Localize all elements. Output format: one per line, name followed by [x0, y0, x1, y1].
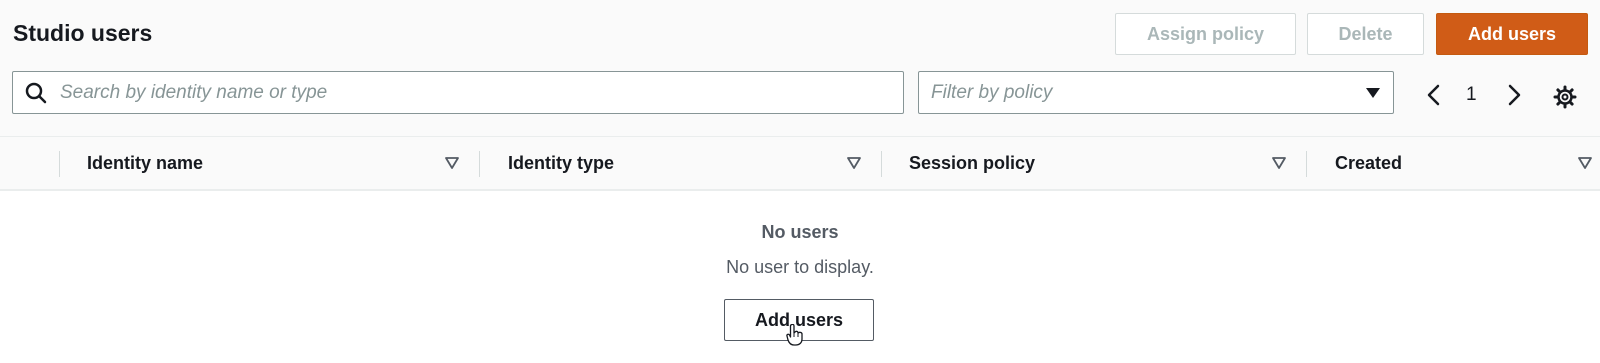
page-title: Studio users: [13, 20, 153, 46]
delete-button[interactable]: Delete: [1307, 13, 1424, 55]
gear-icon: [1553, 85, 1577, 109]
table-header: Identity name Identity type Session poli…: [0, 136, 1600, 191]
column-header-created[interactable]: Created: [1335, 137, 1402, 190]
empty-state-title: No users: [761, 222, 839, 242]
policy-filter-select[interactable]: Filter by policy: [918, 71, 1394, 114]
assign-policy-button[interactable]: Assign policy: [1115, 13, 1296, 55]
column-divider: [59, 151, 60, 177]
column-label: Identity type: [508, 153, 615, 173]
sort-icon[interactable]: [847, 157, 861, 169]
next-page-button[interactable]: [1505, 80, 1523, 110]
page-number[interactable]: 1: [1466, 80, 1477, 110]
table-settings-button[interactable]: [1553, 82, 1577, 112]
column-header-identity-type[interactable]: Identity type: [508, 137, 614, 190]
filter-placeholder: Filter by policy: [931, 81, 1053, 103]
column-header-identity-name[interactable]: Identity name: [87, 137, 203, 190]
sort-icon[interactable]: [1578, 157, 1592, 169]
column-divider: [479, 151, 480, 177]
previous-page-button[interactable]: [1425, 80, 1443, 110]
search-input[interactable]: Search by identity name or type: [12, 71, 904, 114]
empty-state-message: No user to display.: [726, 257, 874, 277]
column-divider: [1306, 151, 1307, 177]
column-label: Created: [1335, 153, 1403, 173]
caret-down-icon: [1366, 87, 1380, 98]
chevron-left-icon: [1427, 84, 1440, 106]
chevron-right-icon: [1508, 84, 1521, 106]
hand-pointer-icon: [786, 324, 803, 346]
sort-icon[interactable]: [1272, 157, 1286, 169]
column-divider: [881, 151, 882, 177]
column-label: Session policy: [909, 153, 1036, 173]
search-icon: [25, 82, 47, 103]
search-placeholder: Search by identity name or type: [60, 81, 328, 103]
add-users-button[interactable]: Add users: [1436, 13, 1588, 55]
column-header-session-policy[interactable]: Session policy: [909, 137, 1035, 190]
sort-icon[interactable]: [445, 157, 459, 169]
column-label: Identity name: [87, 153, 204, 173]
